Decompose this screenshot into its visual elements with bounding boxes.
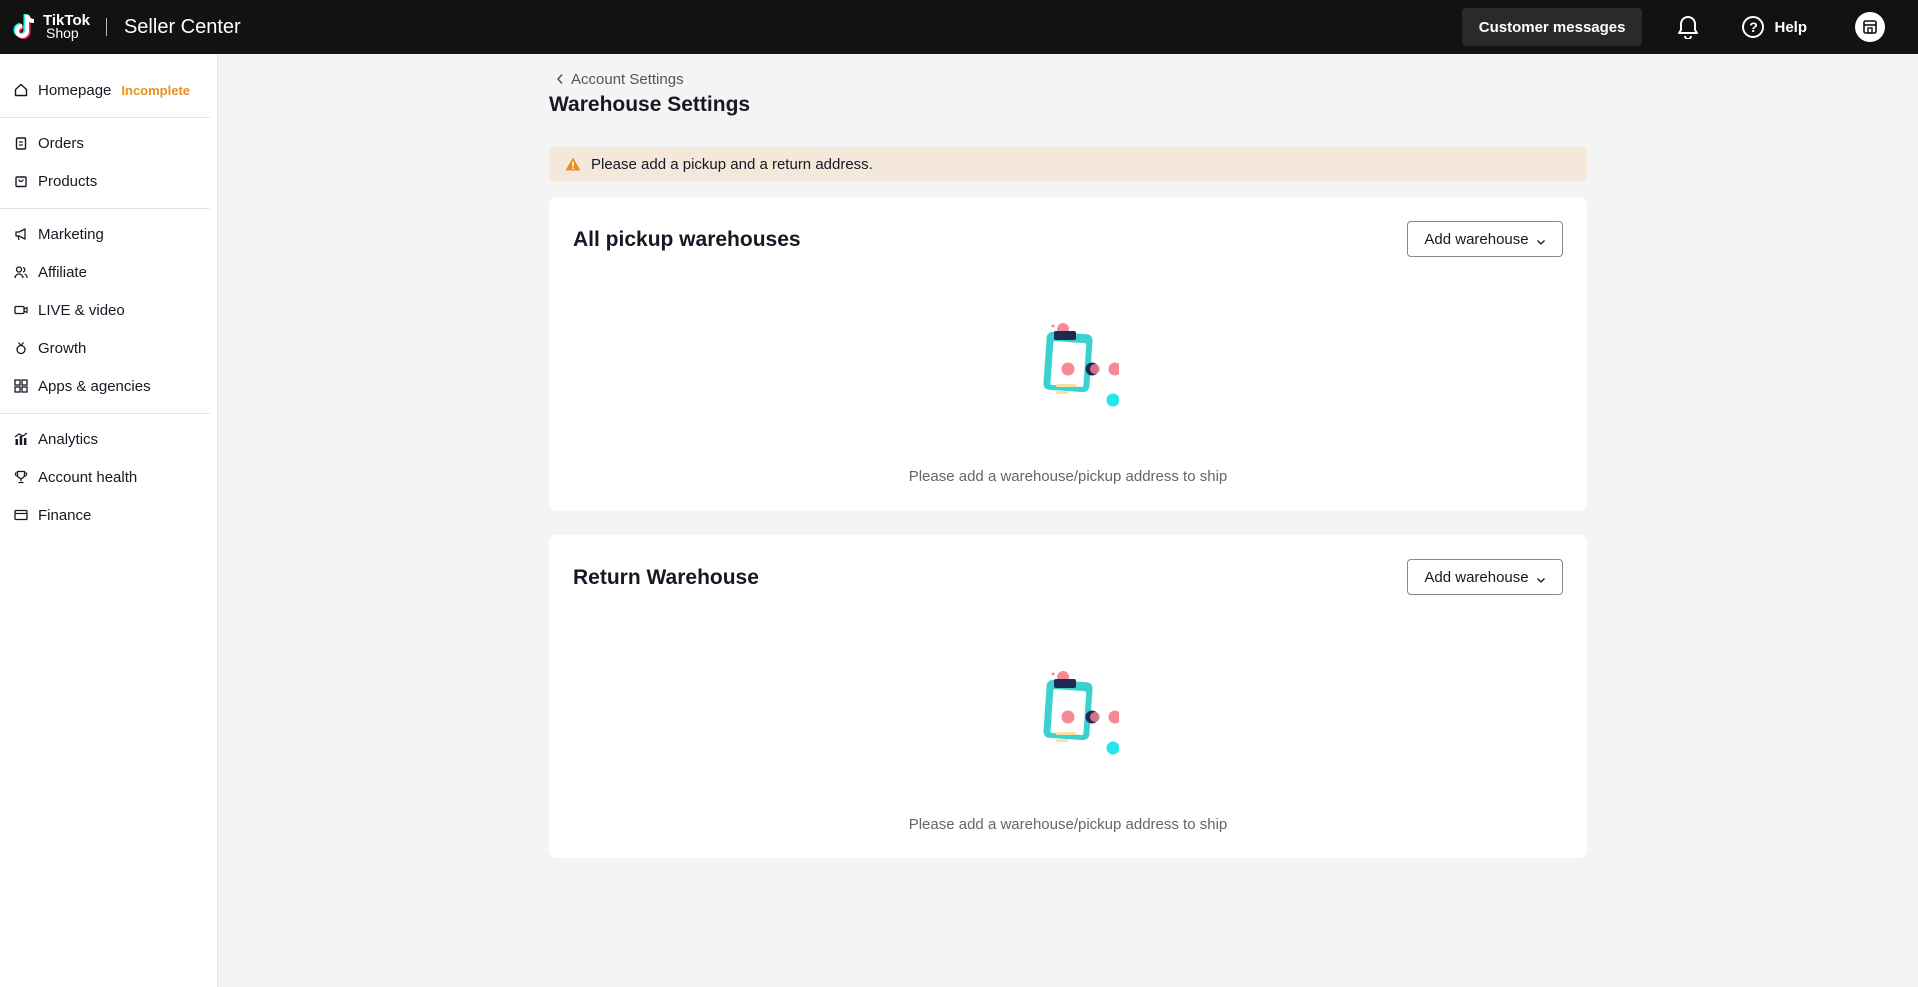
sidebar-divider <box>0 117 210 118</box>
sidebar-item-label: LIVE & video <box>38 301 125 319</box>
add-warehouse-button[interactable]: Add warehouse <box>1407 559 1563 595</box>
logo-line2: Shop <box>46 25 79 41</box>
sidebar-item-label: Apps & agencies <box>38 377 151 395</box>
sidebar: Homepage Incomplete Orders Products Mark… <box>0 54 218 987</box>
logo-wordmark: TikTok Shop <box>43 13 90 41</box>
status-badge: Incomplete <box>121 82 191 98</box>
home-icon <box>14 83 28 97</box>
app-title: Seller Center <box>123 15 241 38</box>
sidebar-item-products[interactable]: Products <box>14 169 97 193</box>
sidebar-item-growth[interactable]: Growth <box>14 336 86 360</box>
trophy-icon <box>14 470 28 484</box>
tiktok-shop-logo[interactable]: TikTok Shop <box>13 0 90 54</box>
section-title: Return Warehouse <box>573 566 759 589</box>
pickup-warehouses-card: All pickup warehouses Add warehouse Plea… <box>549 197 1587 511</box>
sidebar-item-homepage[interactable]: Homepage Incomplete <box>14 78 190 102</box>
chart-icon <box>14 432 28 446</box>
sidebar-item-label: Affiliate <box>38 263 87 281</box>
sidebar-item-label: Products <box>38 172 98 190</box>
clipboard-icon <box>14 136 28 150</box>
sidebar-item-affiliate[interactable]: Affiliate <box>14 260 87 284</box>
sidebar-item-label: Marketing <box>38 225 104 243</box>
people-icon <box>14 265 28 279</box>
page-title: Warehouse Settings <box>549 93 751 116</box>
megaphone-icon <box>14 227 28 241</box>
sidebar-item-orders[interactable]: Orders <box>14 131 84 155</box>
medal-icon <box>14 341 28 355</box>
bag-icon <box>14 174 28 188</box>
sidebar-item-label: Account health <box>38 468 138 486</box>
top-bar: TikTok Shop Seller Center Customer messa… <box>0 0 1918 54</box>
warning-alert: Please add a pickup and a return address… <box>549 147 1587 181</box>
empty-clipboard-illustration <box>1009 669 1122 779</box>
logo-divider <box>105 18 107 36</box>
wallet-icon <box>14 508 28 522</box>
customer-messages-button[interactable]: Customer messages <box>1461 8 1643 46</box>
add-warehouse-label: Add warehouse <box>1424 230 1529 248</box>
help-label: Help <box>1774 18 1807 36</box>
breadcrumb-back-link[interactable]: Account Settings <box>556 71 684 88</box>
sidebar-divider <box>0 413 210 414</box>
breadcrumb-label: Account Settings <box>571 71 684 88</box>
return-warehouse-card: Return Warehouse Add warehouse Please ad… <box>549 535 1587 858</box>
sidebar-item-label: Finance <box>38 506 92 524</box>
sidebar-item-finance[interactable]: Finance <box>14 503 91 527</box>
apps-icon <box>14 379 28 393</box>
empty-state-text: Please add a warehouse/pickup address to… <box>908 468 1228 485</box>
empty-state-text: Please add a warehouse/pickup address to… <box>908 816 1228 833</box>
top-right-actions: Customer messages ? Help <box>1461 0 1918 54</box>
video-icon <box>14 303 28 317</box>
sidebar-item-label: Homepage <box>38 81 112 99</box>
sidebar-item-analytics[interactable]: Analytics <box>14 427 98 451</box>
section-title: All pickup warehouses <box>573 228 801 251</box>
help-button[interactable]: ? Help <box>1742 16 1807 38</box>
sidebar-item-live-video[interactable]: LIVE & video <box>14 298 125 322</box>
store-icon <box>1863 20 1877 34</box>
chevron-down-icon <box>1536 234 1546 245</box>
chevron-left-icon <box>556 72 564 88</box>
warning-icon <box>565 157 581 171</box>
add-warehouse-button[interactable]: Add warehouse <box>1407 221 1563 257</box>
sidebar-item-marketing[interactable]: Marketing <box>14 222 104 246</box>
tiktok-logo-icon <box>13 12 39 42</box>
alert-text: Please add a pickup and a return address… <box>591 155 873 173</box>
bell-icon[interactable] <box>1676 15 1700 39</box>
sidebar-item-apps-agencies[interactable]: Apps & agencies <box>14 374 151 398</box>
sidebar-item-account-health[interactable]: Account health <box>14 465 137 489</box>
sidebar-item-label: Orders <box>38 134 84 152</box>
sidebar-item-label: Growth <box>38 339 87 357</box>
chevron-down-icon <box>1536 572 1546 583</box>
help-icon: ? <box>1742 16 1765 38</box>
sidebar-divider <box>0 208 210 209</box>
sidebar-item-label: Analytics <box>38 430 99 448</box>
shop-avatar[interactable] <box>1855 12 1885 42</box>
empty-clipboard-illustration <box>1009 321 1122 431</box>
add-warehouse-label: Add warehouse <box>1424 568 1529 586</box>
